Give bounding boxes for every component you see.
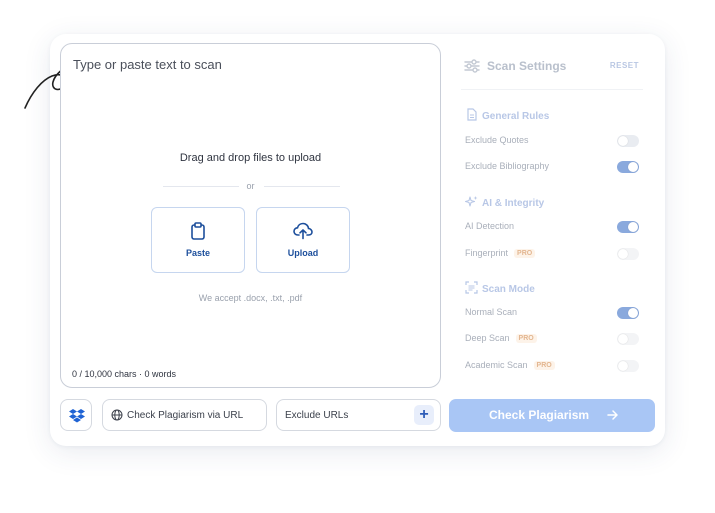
check-button-label: Check Plagiarism: [489, 408, 590, 422]
drop-zone-title: Drag and drop files to upload: [179, 152, 322, 164]
arrow-right-icon: [607, 410, 618, 420]
sparkle-icon: [465, 196, 478, 207]
deep-scan-toggle[interactable]: [617, 333, 639, 345]
fingerprint-toggle[interactable]: [617, 248, 639, 260]
scan-settings-panel: Scan Settings RESET General Rules Exclud…: [449, 43, 655, 388]
scan-icon: [465, 281, 478, 294]
setting-label: Deep Scan: [465, 333, 510, 343]
setting-row-normal-scan: Normal Scan: [465, 303, 641, 323]
settings-header: Scan Settings RESET: [449, 43, 655, 90]
dropbox-icon: [69, 409, 85, 423]
setting-label: Academic Scan: [465, 360, 528, 370]
document-icon: [467, 108, 477, 121]
url-button-label: Check Plagiarism via URL: [127, 410, 244, 421]
setting-label: Normal Scan: [465, 307, 518, 317]
exclude-urls-field[interactable]: Exclude URLs +: [276, 399, 441, 431]
exclude-quotes-toggle[interactable]: [617, 135, 639, 147]
normal-scan-toggle[interactable]: [617, 307, 639, 319]
paste-label: Paste: [185, 248, 211, 258]
section-general-rules: General Rules: [465, 108, 549, 122]
upload-label: Upload: [287, 248, 319, 258]
cloud-upload-icon: [257, 222, 349, 245]
pro-badge: PRO: [514, 249, 536, 258]
reset-button[interactable]: RESET: [610, 61, 639, 70]
setting-label-with-badge: Academic Scan PRO: [465, 360, 555, 370]
setting-label: Fingerprint: [465, 248, 509, 258]
add-url-button[interactable]: +: [414, 405, 434, 425]
section-ai-integrity: AI & Integrity: [465, 195, 544, 209]
section-scan-mode: Scan Mode: [465, 281, 535, 295]
divider: [461, 89, 643, 90]
academic-scan-toggle[interactable]: [617, 360, 639, 372]
exclude-bibliography-toggle[interactable]: [617, 161, 639, 173]
setting-label: Exclude Bibliography: [465, 161, 550, 171]
pro-badge: PRO: [515, 334, 537, 343]
section-title: Scan Mode: [482, 284, 535, 295]
setting-row-ai-detection: AI Detection: [465, 217, 641, 237]
setting-row-deep-scan: Deep Scan PRO: [465, 329, 641, 349]
setting-label: AI Detection: [465, 221, 515, 231]
dropbox-button[interactable]: [60, 399, 92, 431]
setting-label-with-badge: Deep Scan PRO: [465, 333, 537, 343]
sliders-icon: [464, 59, 480, 73]
clipboard-icon: [152, 222, 244, 245]
char-word-counter: 0 / 10,000 chars · 0 words: [72, 369, 177, 379]
accepted-formats: We accept .docx, .txt, .pdf: [198, 293, 303, 303]
setting-label-with-badge: Fingerprint PRO: [465, 248, 536, 258]
setting-row-exclude-bibliography: Exclude Bibliography: [465, 157, 641, 177]
section-title: General Rules: [482, 111, 550, 122]
or-label: or: [246, 181, 255, 191]
upload-button[interactable]: Upload: [256, 207, 350, 273]
editor-placeholder[interactable]: Type or paste text to scan: [73, 57, 222, 72]
setting-row-exclude-quotes: Exclude Quotes: [465, 131, 641, 151]
exclude-urls-label: Exclude URLs: [285, 410, 349, 421]
setting-label: Exclude Quotes: [465, 135, 529, 145]
pro-badge: PRO: [533, 361, 555, 370]
ai-detection-toggle[interactable]: [617, 221, 639, 233]
check-plagiarism-button[interactable]: Check Plagiarism: [449, 399, 655, 432]
check-via-url-button[interactable]: Check Plagiarism via URL: [102, 399, 267, 431]
setting-row-academic-scan: Academic Scan PRO: [465, 356, 641, 376]
paste-button[interactable]: Paste: [151, 207, 245, 273]
globe-icon: [111, 409, 123, 421]
section-title: AI & Integrity: [482, 198, 545, 209]
settings-title: Scan Settings: [487, 59, 567, 73]
setting-row-fingerprint: Fingerprint PRO: [465, 244, 641, 264]
text-editor[interactable]: Type or paste text to scan Drag and drop…: [60, 43, 441, 388]
